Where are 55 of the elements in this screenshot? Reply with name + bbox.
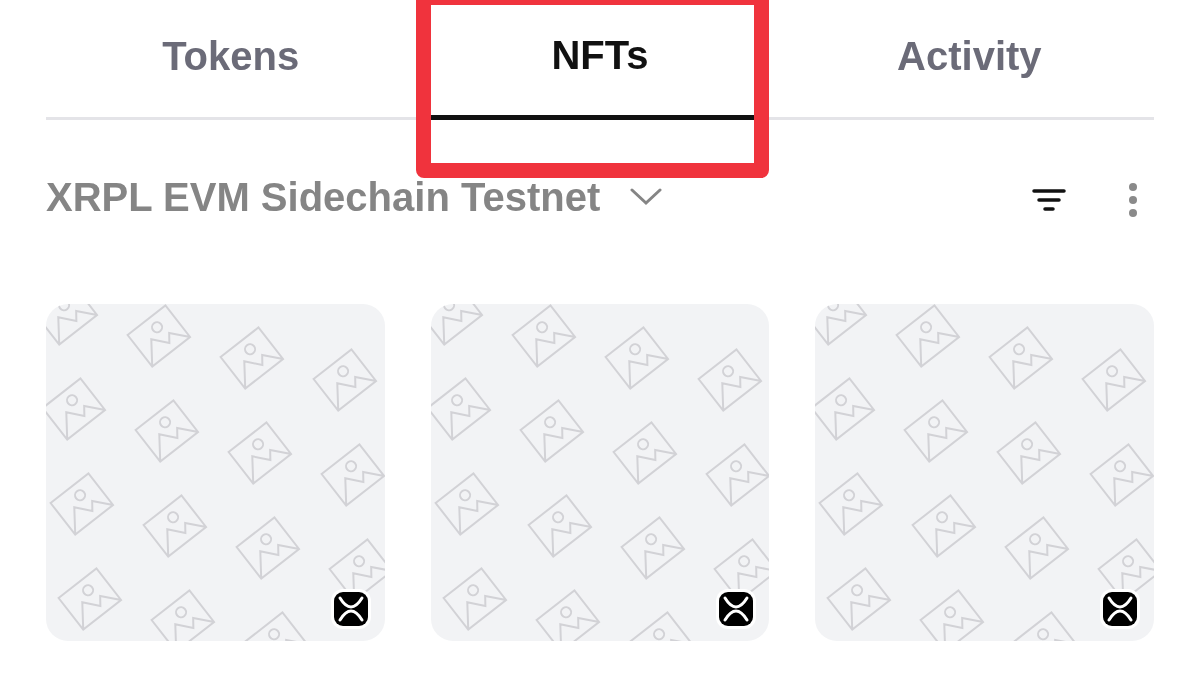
image-icon bbox=[126, 304, 192, 368]
nft-card[interactable] bbox=[46, 304, 385, 641]
image-icon bbox=[604, 326, 670, 390]
image-icon bbox=[219, 326, 285, 390]
image-icon bbox=[57, 567, 123, 631]
image-icon bbox=[919, 589, 985, 641]
image-icon bbox=[134, 399, 200, 463]
image-icon bbox=[46, 377, 107, 441]
image-icon bbox=[142, 494, 208, 558]
crossed-lines-icon bbox=[331, 589, 371, 629]
image-icon bbox=[628, 611, 694, 641]
image-icon bbox=[895, 304, 961, 368]
image-icon bbox=[620, 516, 686, 580]
tab[interactable]: Activity bbox=[784, 0, 1154, 117]
image-icon bbox=[697, 348, 763, 412]
image-icon bbox=[815, 304, 868, 346]
image-icon bbox=[235, 516, 301, 580]
nft-card[interactable] bbox=[430, 304, 770, 641]
image-icon bbox=[988, 326, 1054, 390]
image-icon bbox=[826, 567, 892, 631]
image-icon bbox=[815, 377, 876, 441]
image-icon bbox=[1012, 611, 1078, 641]
chevron-down-icon bbox=[630, 188, 663, 206]
image-icon bbox=[818, 472, 884, 536]
image-icon bbox=[49, 472, 115, 536]
image-icon bbox=[430, 377, 492, 441]
image-icon bbox=[527, 494, 593, 558]
image-icon bbox=[434, 472, 500, 536]
image-icon bbox=[150, 589, 216, 641]
image-icon bbox=[612, 421, 678, 485]
image-icon bbox=[442, 567, 508, 631]
nft-card[interactable] bbox=[815, 304, 1154, 641]
image-icon bbox=[1004, 516, 1070, 580]
image-icon bbox=[46, 304, 99, 346]
image-icon bbox=[519, 399, 585, 463]
image-icon bbox=[535, 589, 601, 641]
crossed-lines-icon bbox=[715, 589, 756, 629]
image-icon bbox=[911, 494, 977, 558]
filter-icon[interactable] bbox=[1032, 188, 1066, 212]
image-icon bbox=[1089, 443, 1154, 507]
image-icon bbox=[312, 348, 378, 412]
image-icon bbox=[511, 304, 577, 368]
image-icon bbox=[1081, 348, 1147, 412]
network-selector[interactable]: XRPL EVM Sidechain Testnet bbox=[46, 167, 663, 227]
image-icon bbox=[243, 611, 309, 641]
crossed-lines-icon bbox=[1100, 589, 1141, 629]
image-icon bbox=[705, 443, 770, 507]
tab[interactable]: Tokens bbox=[46, 0, 416, 117]
more-options-icon[interactable] bbox=[1128, 182, 1138, 218]
tab[interactable]: NFTs bbox=[431, 0, 769, 120]
image-icon bbox=[903, 399, 969, 463]
image-icon bbox=[430, 304, 484, 346]
image-icon bbox=[996, 421, 1062, 485]
image-icon bbox=[320, 443, 385, 507]
image-icon bbox=[227, 421, 293, 485]
